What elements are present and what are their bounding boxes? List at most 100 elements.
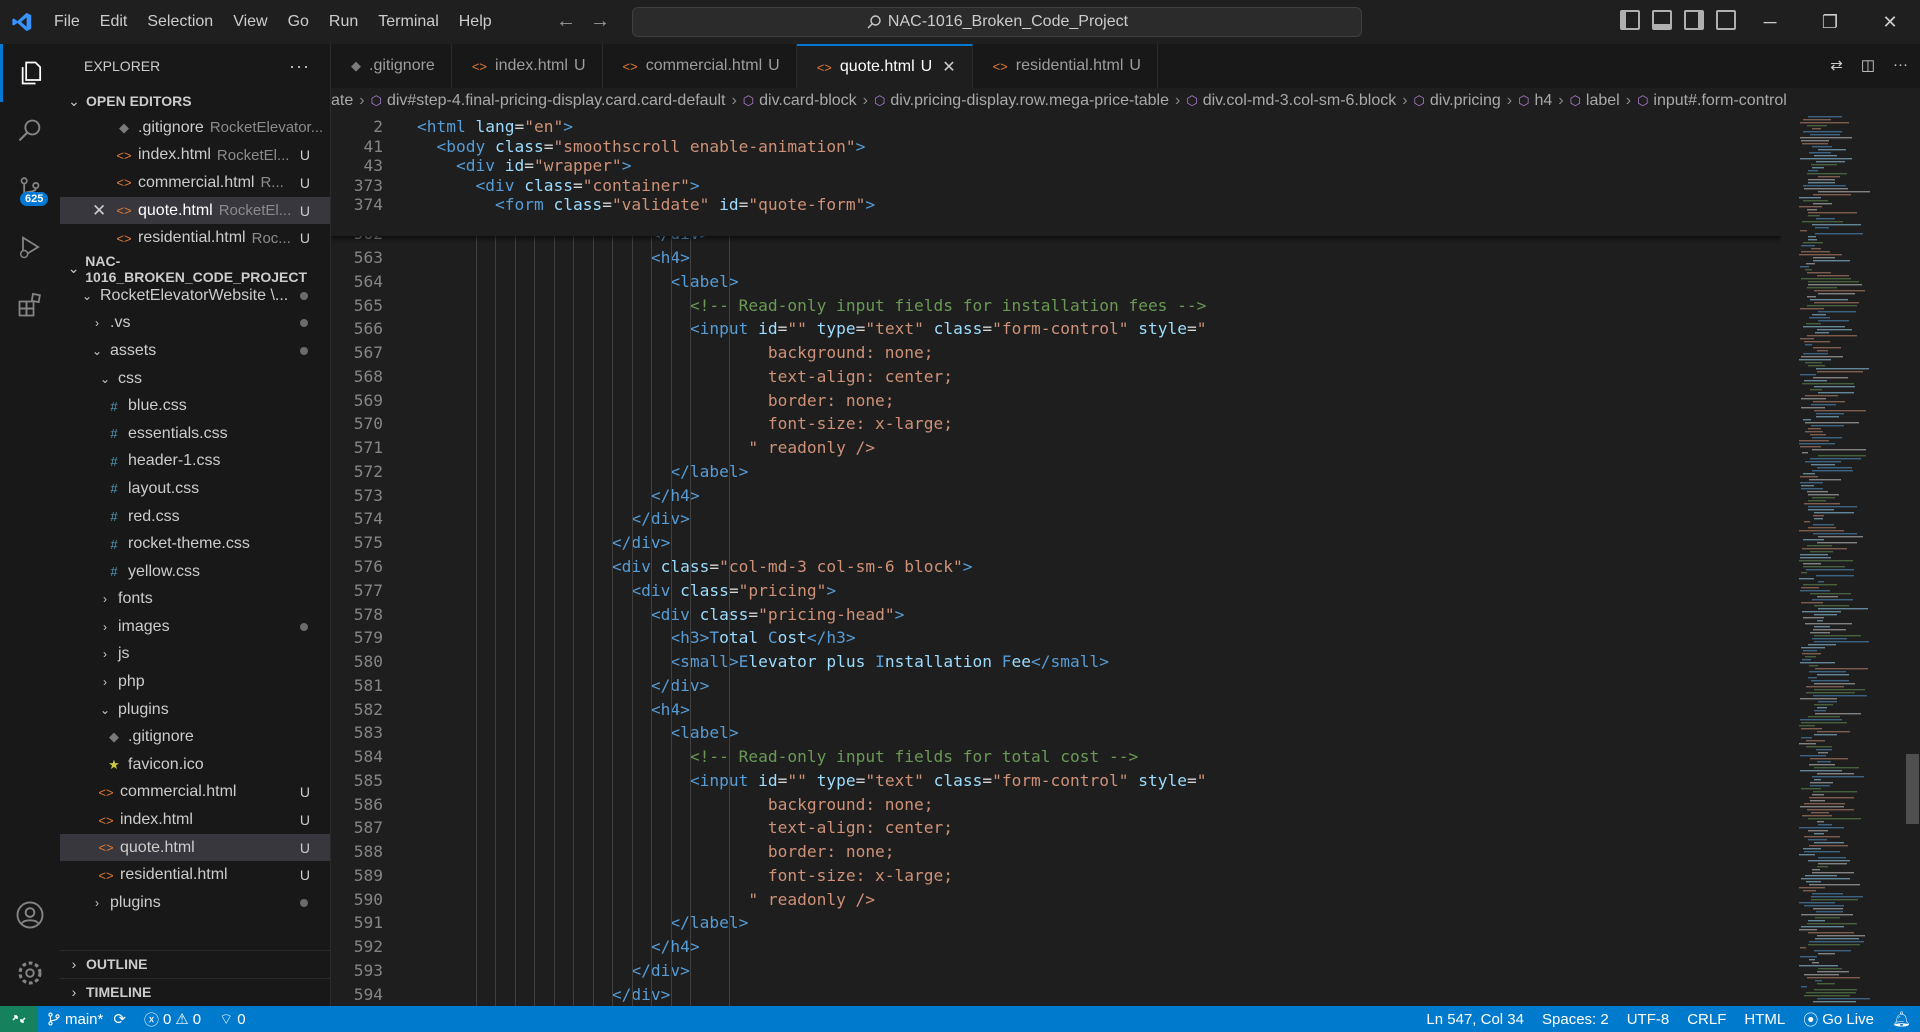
tree-item[interactable]: › images — [60, 613, 330, 641]
search-view-icon[interactable] — [0, 102, 60, 160]
code-line[interactable]: 587 text-align: center; — [331, 816, 1781, 840]
problems-indicator[interactable]: ⓧ 0 ⚠ 0 — [135, 1009, 210, 1030]
code-line[interactable]: 563 <h4> — [331, 246, 1781, 270]
close-window-icon[interactable]: ✕ — [1860, 0, 1920, 44]
tree-item[interactable]: › plugins — [60, 889, 330, 917]
extensions-icon[interactable] — [0, 276, 60, 334]
open-editor-item[interactable]: ◆ .gitignore RocketElevator... — [60, 114, 330, 142]
source-control-icon[interactable] — [0, 160, 60, 218]
tree-item[interactable]: # header-1.css — [60, 448, 330, 476]
open-editor-item[interactable]: <> index.html RocketEl... U — [60, 142, 330, 170]
code-line[interactable]: 592 </h4> — [331, 935, 1781, 959]
forward-arrow-icon[interactable]: → — [590, 10, 610, 33]
menu-run[interactable]: Run — [319, 13, 368, 31]
breadcrumb-item[interactable]: ⬡ div.pricing-display.row.mega-price-tabl… — [874, 92, 1169, 110]
customize-layout-icon[interactable] — [1716, 10, 1736, 30]
timeline-header[interactable]: › TIMELINE — [60, 979, 331, 1005]
code-line[interactable]: 564 <label> — [331, 270, 1781, 294]
code-line[interactable]: 577 <div class="pricing"> — [331, 578, 1781, 602]
menu-go[interactable]: Go — [278, 13, 319, 31]
close-tab-icon[interactable]: ✕ — [942, 57, 955, 77]
breadcrumb-item[interactable]: ⬡ input#.form-control — [1637, 92, 1787, 110]
menu-file[interactable]: File — [44, 13, 90, 31]
code-line[interactable]: 581 </div> — [331, 673, 1781, 697]
code-line[interactable]: 566 <input id="" type="text" class="form… — [331, 317, 1781, 341]
breadcrumb-item[interactable]: ⬡ div.col-md-3.col-sm-6.block — [1186, 92, 1396, 110]
code-line[interactable]: 575 </div> — [331, 531, 1781, 555]
notifications-bell-icon[interactable]: 🔔︎ — [1883, 1010, 1920, 1028]
tree-item[interactable]: <> residential.html U — [60, 861, 330, 889]
breadcrumb-item[interactable]: ⬡ label — [1570, 92, 1620, 110]
menu-edit[interactable]: Edit — [90, 13, 138, 31]
tab-gitignore[interactable]: ◆ .gitignore — [331, 44, 452, 88]
code-line[interactable]: 565 <!-- Read-only input fields for inst… — [331, 293, 1781, 317]
language-mode[interactable]: HTML — [1735, 1011, 1794, 1028]
code-line[interactable]: 579 <h3>Total Cost</h3> — [331, 626, 1781, 650]
tree-item[interactable]: # blue.css — [60, 392, 330, 420]
indentation[interactable]: Spaces: 2 — [1533, 1011, 1618, 1028]
code-line[interactable]: 571 " readonly /> — [331, 436, 1781, 460]
close-editor-icon[interactable]: ✕ — [92, 201, 106, 221]
tree-item[interactable]: ◆ .gitignore — [60, 723, 330, 751]
branch-indicator[interactable]: main* ⟳ — [38, 1010, 135, 1028]
code-line[interactable]: 583 <label> — [331, 721, 1781, 745]
code-line[interactable]: 573 </h4> — [331, 483, 1781, 507]
restore-icon[interactable]: ❐ — [1800, 0, 1860, 44]
toggle-primary-sidebar-icon[interactable] — [1620, 10, 1640, 30]
tree-item[interactable]: # yellow.css — [60, 558, 330, 586]
accounts-icon[interactable] — [0, 886, 60, 944]
code-line[interactable]: 582 <h4> — [331, 697, 1781, 721]
code-line[interactable]: 569 border: none; — [331, 388, 1781, 412]
tree-item[interactable]: › js — [60, 641, 330, 669]
sync-icon[interactable]: ⟳ — [113, 1010, 126, 1028]
toggle-panel-icon[interactable] — [1652, 10, 1672, 30]
code-editor[interactable]: 2 <html lang="en"> 41 <body class="smooths… — [331, 114, 1781, 1006]
minimize-icon[interactable]: ─ — [1740, 0, 1800, 44]
menu-view[interactable]: View — [223, 13, 277, 31]
tab-quote-html[interactable]: <> quote.html U ✕ — [796, 44, 973, 88]
breadcrumb-item[interactable]: ⬡ div#step-4.final-pricing-display.card.c… — [371, 92, 726, 110]
code-line[interactable]: 584 <!-- Read-only input fields for tota… — [331, 745, 1781, 769]
tree-item[interactable]: › fonts — [60, 586, 330, 614]
toggle-secondary-sidebar-icon[interactable] — [1684, 10, 1704, 30]
code-line[interactable]: 586 background: none; — [331, 792, 1781, 816]
editor-more-actions-icon[interactable]: ··· — [1893, 56, 1908, 74]
open-editor-item[interactable]: <> commercial.html R... U — [60, 169, 330, 197]
open-editors-header[interactable]: ⌄ OPEN EDITORS — [60, 88, 330, 114]
code-line[interactable]: 590 " readonly /> — [331, 887, 1781, 911]
open-editor-item[interactable]: <> residential.html Roc... U — [60, 224, 330, 252]
code-line[interactable]: 591 </label> — [331, 911, 1781, 935]
code-line[interactable]: 567 background: none; — [331, 341, 1781, 365]
tab-index-html[interactable]: <> index.html U — [452, 44, 603, 88]
code-line[interactable]: 594 </div> — [331, 982, 1781, 1006]
menu-help[interactable]: Help — [449, 13, 502, 31]
code-line[interactable]: 589 font-size: x-large; — [331, 864, 1781, 888]
sticky-code-line[interactable]: 374 <form class="validate" id="quote-for… — [331, 193, 1781, 217]
tab-residential-html[interactable]: <> residential.html U — [973, 44, 1158, 88]
run-debug-icon[interactable] — [0, 218, 60, 276]
tree-item[interactable]: ⌄ assets — [60, 337, 330, 365]
tree-item[interactable]: › php — [60, 668, 330, 696]
compare-changes-icon[interactable]: ⇄ — [1830, 56, 1843, 74]
code-line[interactable]: 570 font-size: x-large; — [331, 412, 1781, 436]
menu-terminal[interactable]: Terminal — [368, 13, 448, 31]
settings-gear-icon[interactable] — [0, 944, 60, 1002]
breadcrumb-item[interactable]: ⬡ div.card-block — [743, 92, 857, 110]
tree-item[interactable]: <> index.html U — [60, 806, 330, 834]
code-line[interactable]: 578 <div class="pricing-head"> — [331, 602, 1781, 626]
breadcrumb-item[interactable]: ate — [331, 92, 353, 110]
remote-indicator-icon[interactable] — [0, 1006, 38, 1032]
tree-item[interactable]: # layout.css — [60, 475, 330, 503]
tree-item[interactable]: › .vs — [60, 310, 330, 338]
tree-item[interactable]: <> commercial.html U — [60, 779, 330, 807]
tree-item[interactable]: ★ favicon.ico — [60, 751, 330, 779]
tree-item[interactable]: ⌄ css — [60, 365, 330, 393]
editor-scrollbar[interactable] — [1905, 114, 1920, 1006]
tree-item-selected[interactable]: <> quote.html U — [60, 833, 330, 862]
code-line[interactable]: 574 </div> — [331, 507, 1781, 531]
tree-item[interactable]: # rocket-theme.css — [60, 530, 330, 558]
breadcrumb-item[interactable]: ⬡ div.pricing — [1414, 92, 1501, 110]
split-editor-icon[interactable]: ◫ — [1861, 56, 1875, 74]
tree-item[interactable]: # essentials.css — [60, 420, 330, 448]
cursor-position[interactable]: Ln 547, Col 34 — [1417, 1011, 1533, 1028]
